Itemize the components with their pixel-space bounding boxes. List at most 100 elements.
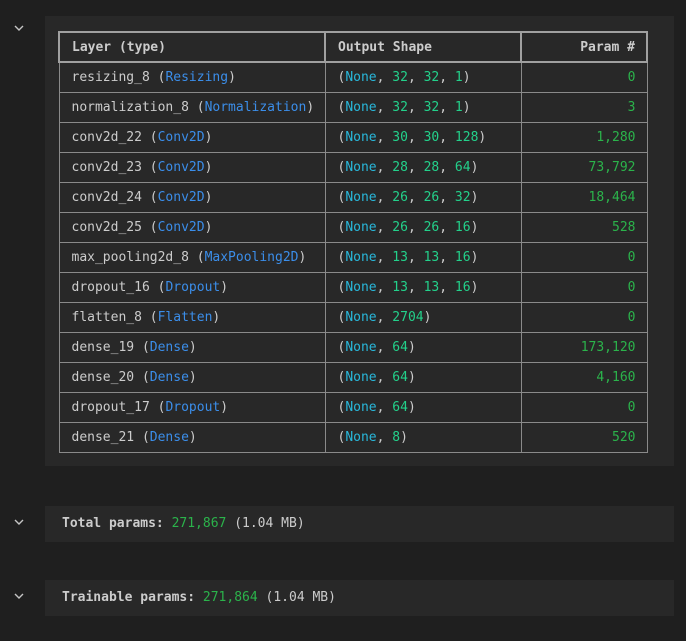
output-shape-cell: (None, 32, 32, 1) bbox=[324, 61, 522, 93]
shape-dim: 28 bbox=[392, 160, 408, 175]
shape-dim: 64 bbox=[392, 370, 408, 385]
column-header-params: Param # bbox=[520, 31, 648, 63]
table-row: max_pooling2d_8 (MaxPooling2D) (None, 13,… bbox=[58, 242, 648, 273]
param-count: 0 bbox=[627, 250, 636, 265]
shape-dim: 28 bbox=[423, 160, 440, 175]
param-count-cell: 0 bbox=[520, 272, 648, 303]
layer-cell: dropout_16 (Dropout) bbox=[58, 272, 326, 303]
layer-cell: dense_19 (Dense) bbox=[58, 332, 326, 363]
table-row: normalization_8 (Normalization) (None, 32… bbox=[58, 92, 648, 123]
param-count: 73,792 bbox=[588, 160, 636, 175]
output-area: Trainable params: 271,864 (1.04 MB) bbox=[45, 580, 674, 616]
shape-dim: 128 bbox=[454, 130, 479, 145]
total-params-cell: Total params: 271,867 (1.04 MB) bbox=[0, 506, 686, 542]
param-count-cell: 528 bbox=[520, 212, 648, 243]
layer-name: dropout_17 bbox=[71, 400, 150, 415]
layer-name: flatten_8 bbox=[71, 310, 142, 325]
layer-cell: conv2d_25 (Conv2D) bbox=[58, 212, 326, 243]
trainable-params-line: Trainable params: 271,864 (1.04 MB) bbox=[62, 580, 336, 616]
shape-batch-dim: None bbox=[345, 250, 377, 265]
chevron-down-icon[interactable] bbox=[13, 22, 25, 34]
shape-dim: 32 bbox=[392, 100, 408, 115]
trainable-params-size: (1.04 MB) bbox=[265, 590, 336, 605]
table-row: conv2d_23 (Conv2D) (None, 28, 28, 64) 73,7… bbox=[58, 152, 648, 183]
layer-type: Dense bbox=[149, 370, 189, 385]
output-shape-cell: (None, 32, 32, 1) bbox=[324, 92, 522, 123]
layer-type: Dropout bbox=[165, 400, 221, 415]
output-shape-cell: (None, 64) bbox=[324, 392, 522, 423]
layer-name: conv2d_22 bbox=[71, 130, 142, 145]
shape-dim: 1 bbox=[454, 100, 463, 115]
shape-dim: 13 bbox=[392, 250, 408, 265]
output-shape-cell: (None, 13, 13, 16) bbox=[324, 272, 522, 303]
shape-batch-dim: None bbox=[345, 430, 377, 445]
trainable-params-cell: Trainable params: 271,864 (1.04 MB) bbox=[0, 580, 686, 616]
layer-type: Resizing bbox=[165, 70, 229, 85]
shape-dim: 64 bbox=[454, 160, 471, 175]
shape-batch-dim: None bbox=[345, 400, 377, 415]
total-params-label: Total params: bbox=[62, 516, 164, 531]
layer-type: Conv2D bbox=[157, 130, 205, 145]
shape-dim: 8 bbox=[392, 430, 401, 445]
output-area: Total params: 271,867 (1.04 MB) bbox=[45, 506, 674, 542]
layer-type: MaxPooling2D bbox=[204, 250, 299, 265]
param-count: 173,120 bbox=[580, 340, 636, 355]
param-count-cell: 3 bbox=[520, 92, 648, 123]
layer-cell: conv2d_22 (Conv2D) bbox=[58, 122, 326, 153]
param-count-cell: 0 bbox=[520, 61, 648, 93]
param-count: 528 bbox=[612, 220, 636, 235]
layer-cell: flatten_8 (Flatten) bbox=[58, 302, 326, 333]
total-params-value: 271,867 bbox=[171, 516, 227, 531]
param-count: 0 bbox=[627, 70, 636, 85]
layer-name: conv2d_25 bbox=[71, 220, 142, 235]
layer-type: Flatten bbox=[157, 310, 213, 325]
param-count: 3 bbox=[627, 100, 636, 115]
param-count: 4,160 bbox=[596, 370, 636, 385]
shape-dim: 16 bbox=[454, 220, 471, 235]
layer-type: Conv2D bbox=[157, 220, 205, 235]
layer-cell: normalization_8 (Normalization) bbox=[58, 92, 326, 123]
layer-type: Dropout bbox=[165, 280, 221, 295]
shape-dim: 13 bbox=[392, 280, 408, 295]
output-shape-cell: (None, 13, 13, 16) bbox=[324, 242, 522, 273]
layer-name: dropout_16 bbox=[71, 280, 150, 295]
shape-dim: 13 bbox=[423, 250, 440, 265]
shape-dim: 13 bbox=[423, 280, 440, 295]
param-count-cell: 18,464 bbox=[520, 182, 648, 213]
output-shape-cell: (None, 64) bbox=[324, 362, 522, 393]
output-shape-cell: (None, 30, 30, 128) bbox=[324, 122, 522, 153]
layer-type: Dense bbox=[149, 340, 189, 355]
shape-dim: 26 bbox=[392, 190, 408, 205]
shape-dim: 26 bbox=[423, 220, 440, 235]
shape-dim: 64 bbox=[392, 400, 408, 415]
layer-type: Conv2D bbox=[157, 190, 205, 205]
layer-name: dense_19 bbox=[71, 340, 135, 355]
param-count-cell: 0 bbox=[520, 392, 648, 423]
chevron-down-icon[interactable] bbox=[13, 516, 25, 528]
shape-dim: 30 bbox=[392, 130, 408, 145]
param-count-cell: 73,792 bbox=[520, 152, 648, 183]
layer-name: max_pooling2d_8 bbox=[71, 250, 189, 265]
output-shape-cell: (None, 2704) bbox=[324, 302, 522, 333]
param-count-cell: 0 bbox=[520, 302, 648, 333]
layer-name: dense_20 bbox=[71, 370, 135, 385]
shape-batch-dim: None bbox=[345, 70, 377, 85]
shape-batch-dim: None bbox=[345, 280, 377, 295]
chevron-down-icon[interactable] bbox=[13, 590, 25, 602]
column-header-layer: Layer (type) bbox=[58, 31, 326, 63]
param-count: 0 bbox=[627, 400, 636, 415]
shape-dim: 16 bbox=[454, 250, 471, 265]
shape-dim: 26 bbox=[392, 220, 408, 235]
layer-type: Dense bbox=[149, 430, 189, 445]
param-count-cell: 0 bbox=[520, 242, 648, 273]
shape-batch-dim: None bbox=[345, 160, 377, 175]
table-row: dense_21 (Dense) (None, 8) 520 bbox=[58, 422, 648, 453]
layer-cell: resizing_8 (Resizing) bbox=[58, 61, 326, 93]
param-count: 0 bbox=[627, 280, 636, 295]
layer-cell: conv2d_23 (Conv2D) bbox=[58, 152, 326, 183]
shape-dim: 26 bbox=[423, 190, 440, 205]
shape-dim: 16 bbox=[454, 280, 471, 295]
output-shape-cell: (None, 64) bbox=[324, 332, 522, 363]
table-row: dropout_16 (Dropout) (None, 13, 13, 16) 0 bbox=[58, 272, 648, 303]
param-count-cell: 1,280 bbox=[520, 122, 648, 153]
